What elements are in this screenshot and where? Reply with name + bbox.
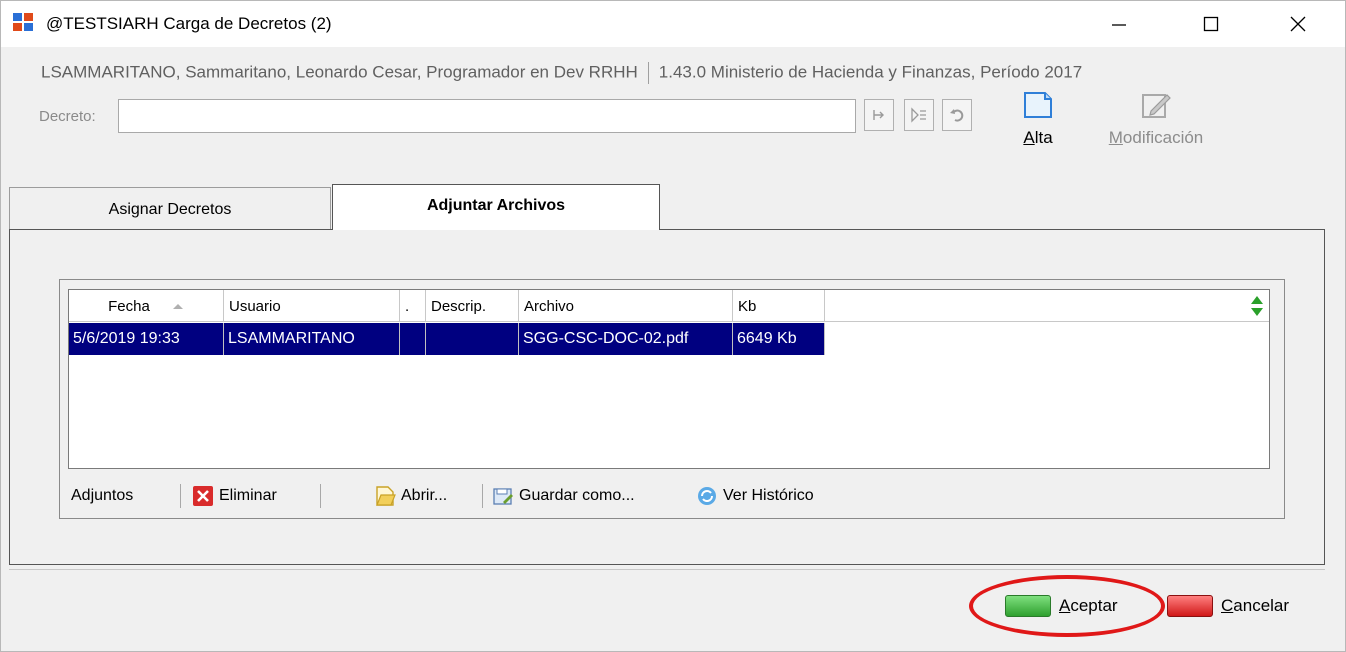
user-name-text: LSAMMARITANO, Sammaritano, Leonardo Cesa… <box>41 62 638 82</box>
open-file-icon <box>376 486 396 506</box>
column-header-usuario[interactable]: Usuario <box>224 290 400 322</box>
grid-body: Fecha Usuario . Descrip. Archivo Kb 5/6/… <box>68 289 1270 469</box>
toolbar-divider <box>482 484 483 508</box>
guardar-como-button[interactable]: Guardar como... <box>492 482 635 510</box>
play-list-icon <box>911 107 926 123</box>
arrow-icon <box>873 110 884 120</box>
toolbar-divider <box>320 484 321 508</box>
column-header-kb[interactable]: Kb <box>733 290 825 322</box>
modificacion-button[interactable]: Modificación <box>1081 91 1231 148</box>
column-header-archivo[interactable]: Archivo <box>519 290 733 322</box>
user-info-line: LSAMMARITANO, Sammaritano, Leonardo Cesa… <box>41 62 1082 84</box>
cancel-icon <box>1167 595 1213 617</box>
cell-dot <box>400 323 426 355</box>
attachments-toolbar: Adjuntos Eliminar Abrir... Guardar como.… <box>68 479 1270 513</box>
column-header-fecha[interactable]: Fecha <box>69 290 224 322</box>
cell-fecha: 5/6/2019 19:33 <box>69 323 224 355</box>
cancelar-label: Cancelar <box>1221 596 1290 615</box>
column-label: Descrip. <box>431 297 487 315</box>
history-icon <box>698 487 716 505</box>
ver-historico-button[interactable]: Ver Histórico <box>696 482 814 510</box>
context-text: 1.43.0 Ministerio de Hacienda y Finanzas… <box>658 62 1083 82</box>
cell-archivo: SGG-CSC-DOC-02.pdf <box>519 323 733 355</box>
decreto-input[interactable] <box>118 99 856 133</box>
save-as-icon <box>493 488 513 505</box>
alta-button[interactable]: Alta <box>1008 91 1068 148</box>
delete-icon <box>193 486 213 506</box>
window-title: @TESTSIARH Carga de Decretos (2) <box>46 14 332 33</box>
column-chooser-icon[interactable] <box>1249 294 1265 318</box>
column-label: Archivo <box>524 297 575 315</box>
edit-icon <box>1142 94 1171 118</box>
abrir-button[interactable]: Abrir... <box>374 482 447 510</box>
tab-adjuntar-archivos[interactable]: Adjuntar Archivos <box>332 184 660 230</box>
new-document-icon <box>1024 92 1052 118</box>
sort-asc-icon <box>172 304 183 309</box>
undo-button[interactable] <box>942 99 972 131</box>
cancelar-button[interactable]: Cancelar <box>1167 589 1289 623</box>
title-bar: @TESTSIARH Carga de Decretos (2) <box>1 1 1345 47</box>
adjuntos-label: Adjuntos <box>71 487 134 504</box>
modificacion-label: Modificación <box>1108 128 1204 147</box>
attachments-grid: Fecha Usuario . Descrip. Archivo Kb 5/6/… <box>59 279 1285 519</box>
dialog-window: @TESTSIARH Carga de Decretos (2) LSAMMAR… <box>0 0 1346 652</box>
undo-icon <box>950 109 964 122</box>
table-row[interactable]: 5/6/2019 19:33 LSAMMARITANO SGG-CSC-DOC-… <box>69 323 825 355</box>
cell-usuario: LSAMMARITANO <box>224 323 400 355</box>
tab-asignar-decretos[interactable]: Asignar Decretos <box>9 187 331 229</box>
column-label: . <box>405 297 410 315</box>
column-header-descrip[interactable]: Descrip. <box>426 290 519 322</box>
column-label: Kb <box>738 297 757 315</box>
guardar-como-label: Guardar como... <box>519 487 635 504</box>
grid-header: Fecha Usuario . Descrip. Archivo Kb <box>69 290 1269 322</box>
decreto-label: Decreto: <box>39 108 96 125</box>
cell-descrip <box>426 323 519 355</box>
abrir-label: Abrir... <box>401 487 448 504</box>
play-list-button[interactable] <box>904 99 934 131</box>
footer-divider <box>9 569 1325 570</box>
search-back-button[interactable] <box>864 99 894 131</box>
column-label: Fecha <box>108 297 150 315</box>
column-label: Usuario <box>229 297 281 315</box>
highlight-annotation <box>969 575 1165 637</box>
close-button[interactable] <box>1275 1 1321 47</box>
tab-asignar-label: Asignar Decretos <box>108 200 232 218</box>
tab-adjuntar-label: Adjuntar Archivos <box>426 197 566 214</box>
ver-historico-label: Ver Histórico <box>723 487 814 504</box>
maximize-button[interactable] <box>1188 1 1234 47</box>
alta-label: Alta <box>1023 128 1053 147</box>
eliminar-button[interactable]: Eliminar <box>192 482 277 510</box>
toolbar-divider <box>180 484 181 508</box>
cell-kb: 6649 Kb <box>733 323 825 355</box>
app-icon <box>13 13 35 31</box>
minimize-button[interactable] <box>1096 1 1142 47</box>
divider <box>647 62 649 84</box>
eliminar-label: Eliminar <box>219 487 277 504</box>
column-header-dot[interactable]: . <box>400 290 426 322</box>
